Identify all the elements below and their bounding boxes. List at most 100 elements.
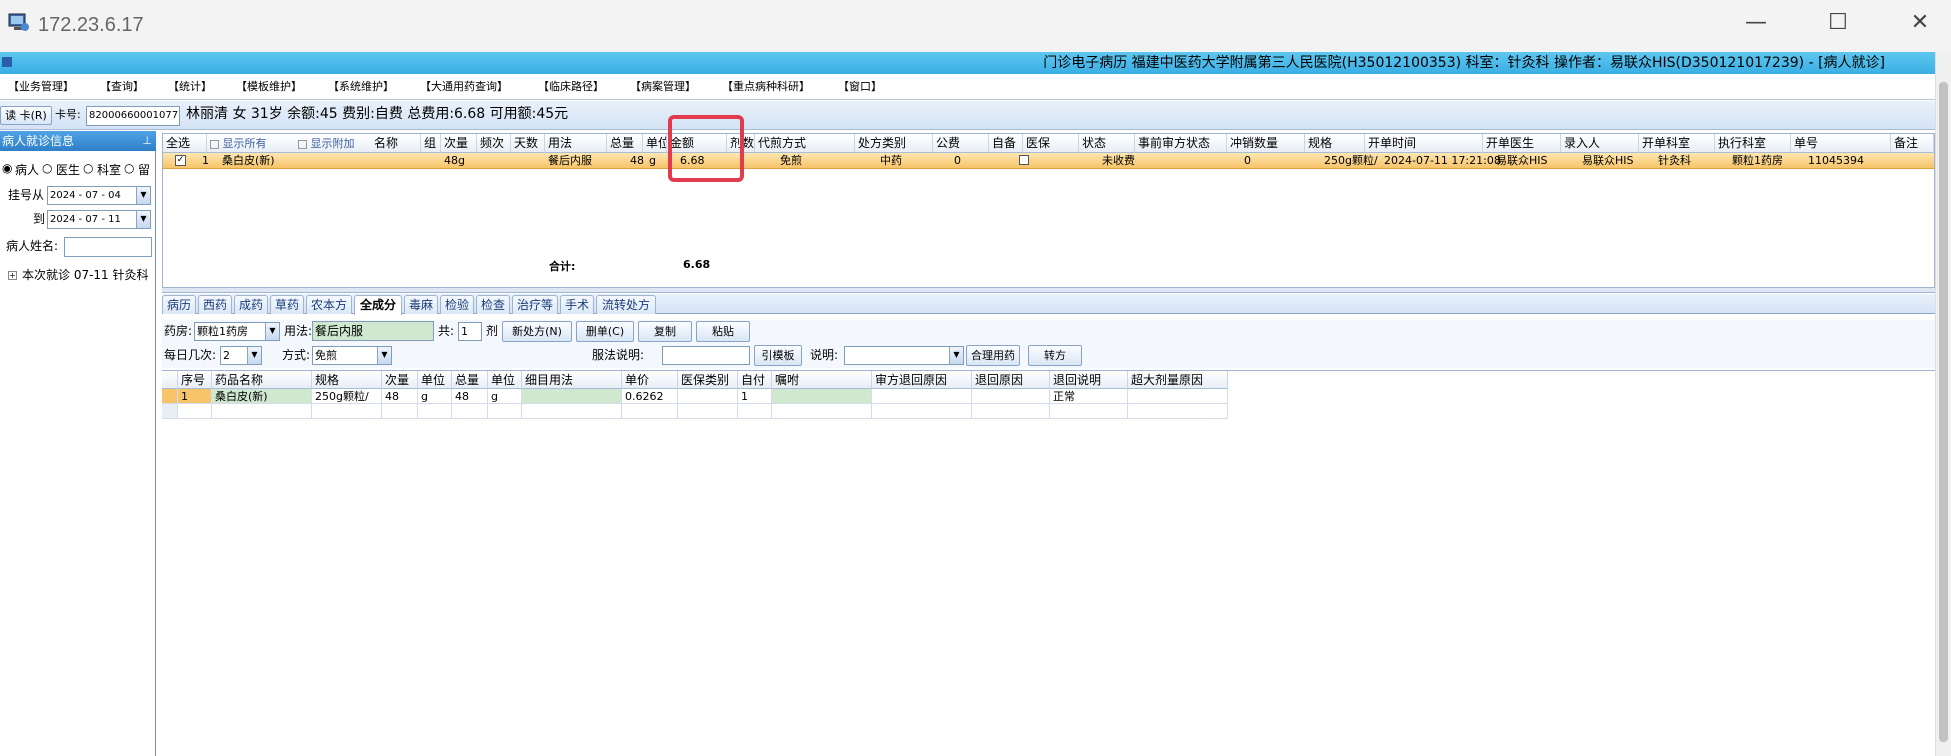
tab-treatment[interactable]: 治疗等 xyxy=(512,295,558,314)
row-indicator[interactable] xyxy=(162,404,178,419)
empty-cell[interactable] xyxy=(622,404,678,419)
empty-cell[interactable] xyxy=(972,404,1050,419)
new-prescription-button[interactable]: 新处方(N) xyxy=(502,321,572,342)
tab-surgery[interactable]: 手术 xyxy=(560,295,594,314)
col-time[interactable]: 开单时间 xyxy=(1365,134,1483,153)
col-dose[interactable]: 次量 xyxy=(441,134,477,153)
empty-cell[interactable] xyxy=(488,404,522,419)
tab-exam[interactable]: 检查 xyxy=(476,295,510,314)
empty-cell[interactable] xyxy=(678,404,738,419)
menu-clinical-path[interactable]: 【临床路径】 xyxy=(538,74,604,100)
table-row[interactable]: ✓ 1 桑白皮(新) 48g 餐后内服 48 g 6.68 免煎 中药 0 未收… xyxy=(163,153,1934,169)
col-seq[interactable]: 序号 xyxy=(178,371,212,389)
paste-button[interactable]: 粘贴 xyxy=(696,321,750,342)
cell-usage-detail[interactable] xyxy=(522,389,622,404)
col-unit-2[interactable]: 单位 xyxy=(488,371,522,389)
radio-patient[interactable]: ◉ xyxy=(2,161,12,175)
card-number-field[interactable]: 820006600010777 xyxy=(86,106,180,126)
empty-cell[interactable] xyxy=(452,404,488,419)
menu-stats[interactable]: 【统计】 xyxy=(168,74,212,100)
cell-seq[interactable]: 1 xyxy=(178,389,212,404)
col-overdose-reason[interactable]: 超大剂量原因 xyxy=(1128,371,1228,389)
tab-patent[interactable]: 成药 xyxy=(234,295,268,314)
col-return-reason[interactable]: 退回原因 xyxy=(972,371,1050,389)
dropdown-arrow-icon[interactable]: ▼ xyxy=(265,323,279,340)
cell-unit-2[interactable]: g xyxy=(488,389,522,404)
row-self-checkbox[interactable] xyxy=(1019,155,1029,165)
cell-price[interactable]: 0.6262 xyxy=(622,389,678,404)
usage-field[interactable]: 餐后内服 xyxy=(312,321,434,341)
col-total[interactable]: 总量 xyxy=(607,134,643,153)
col-unit[interactable]: 单位 xyxy=(643,134,667,153)
method-select[interactable]: 免煎 ▼ xyxy=(312,346,392,365)
col-exec-dept[interactable]: 执行科室 xyxy=(1715,134,1791,153)
show-all-checkbox[interactable] xyxy=(210,139,219,149)
reg-from-date[interactable]: 2024 - 07 - 04 ▼ xyxy=(47,186,151,205)
scrollbar-thumb[interactable] xyxy=(1939,82,1948,742)
col-name[interactable]: 名称 xyxy=(371,134,421,153)
delete-prescription-button[interactable]: 删单(C) xyxy=(576,321,634,342)
col-freq[interactable]: 频次 xyxy=(477,134,511,153)
cell-spec[interactable]: 250g颗粒/ xyxy=(312,389,382,404)
vertical-scrollbar[interactable] xyxy=(1935,52,1951,756)
dropdown-arrow-icon[interactable]: ▼ xyxy=(136,211,150,228)
cell-return-reason[interactable] xyxy=(972,389,1050,404)
menu-system[interactable]: 【系统维护】 xyxy=(328,74,394,100)
tree-expand-icon[interactable]: + xyxy=(8,271,17,280)
pin-icon[interactable]: ⊥ xyxy=(142,131,152,151)
col-usage[interactable]: 用法 xyxy=(545,134,607,153)
dropdown-arrow-icon[interactable]: ▼ xyxy=(949,347,963,364)
empty-cell[interactable] xyxy=(772,404,872,419)
template-button[interactable]: 引模板 xyxy=(754,345,802,366)
menu-template[interactable]: 【模板维护】 xyxy=(236,74,302,100)
col-spec[interactable]: 规格 xyxy=(312,371,382,389)
col-entry[interactable]: 录入人 xyxy=(1561,134,1639,153)
menu-research[interactable]: 【重点病种科研】 xyxy=(722,74,810,100)
pharmacy-select[interactable]: 颗粒1药房 ▼ xyxy=(194,322,280,341)
col-doctor[interactable]: 开单医生 xyxy=(1483,134,1561,153)
col-audit-reason[interactable]: 审方退回原因 xyxy=(872,371,972,389)
col-price[interactable]: 单价 xyxy=(622,371,678,389)
note-select[interactable]: ▼ xyxy=(844,346,964,365)
col-unit[interactable]: 单位 xyxy=(418,371,452,389)
col-public[interactable]: 公费 xyxy=(933,134,989,153)
dropdown-arrow-icon[interactable]: ▼ xyxy=(377,347,391,364)
cell-advice[interactable] xyxy=(772,389,872,404)
col-self[interactable]: 自备 xyxy=(989,134,1023,153)
empty-cell[interactable] xyxy=(1128,404,1228,419)
read-card-button[interactable]: 读 卡(R) xyxy=(0,106,52,125)
cell-drug-name[interactable]: 桑白皮(新) xyxy=(212,389,312,404)
col-usage-detail[interactable]: 细目用法 xyxy=(522,371,622,389)
dropdown-arrow-icon[interactable]: ▼ xyxy=(136,187,150,204)
empty-cell[interactable] xyxy=(1050,404,1128,419)
empty-cell[interactable] xyxy=(872,404,972,419)
col-status[interactable]: 状态 xyxy=(1079,134,1135,153)
col-decoct[interactable]: 代煎方式 xyxy=(755,134,855,153)
col-total[interactable]: 总量 xyxy=(452,371,488,389)
tab-lab[interactable]: 检验 xyxy=(440,295,474,314)
tab-herbal[interactable]: 草药 xyxy=(270,295,304,314)
times-select[interactable]: 2 ▼ xyxy=(220,346,262,365)
empty-cell[interactable] xyxy=(738,404,772,419)
cell-unit[interactable]: g xyxy=(418,389,452,404)
empty-cell[interactable] xyxy=(212,404,312,419)
radio-dept[interactable]: ○ xyxy=(83,161,93,175)
menu-business[interactable]: 【业务管理】 xyxy=(8,74,74,100)
menu-query[interactable]: 【查询】 xyxy=(100,74,144,100)
cell-insurance-type[interactable] xyxy=(678,389,738,404)
instructions-field[interactable] xyxy=(662,346,750,365)
col-order-no[interactable]: 单号 xyxy=(1791,134,1891,153)
reg-to-date[interactable]: 2024 - 07 - 11 ▼ xyxy=(47,210,151,229)
dropdown-arrow-icon[interactable]: ▼ xyxy=(247,347,261,364)
splitter[interactable] xyxy=(162,288,1935,293)
col-self-pay[interactable]: 自付 xyxy=(738,371,772,389)
col-offset[interactable]: 冲销数量 xyxy=(1227,134,1305,153)
row-checkbox[interactable]: ✓ xyxy=(175,155,186,166)
empty-cell[interactable] xyxy=(382,404,418,419)
menu-window[interactable]: 【窗口】 xyxy=(838,74,882,100)
patient-name-field[interactable] xyxy=(64,237,152,257)
cell-return-note[interactable]: 正常 xyxy=(1050,389,1128,404)
tab-full-component[interactable]: 全成分 xyxy=(354,295,402,315)
col-group[interactable]: 组 xyxy=(421,134,441,153)
transfer-button[interactable]: 转方 xyxy=(1028,345,1082,366)
